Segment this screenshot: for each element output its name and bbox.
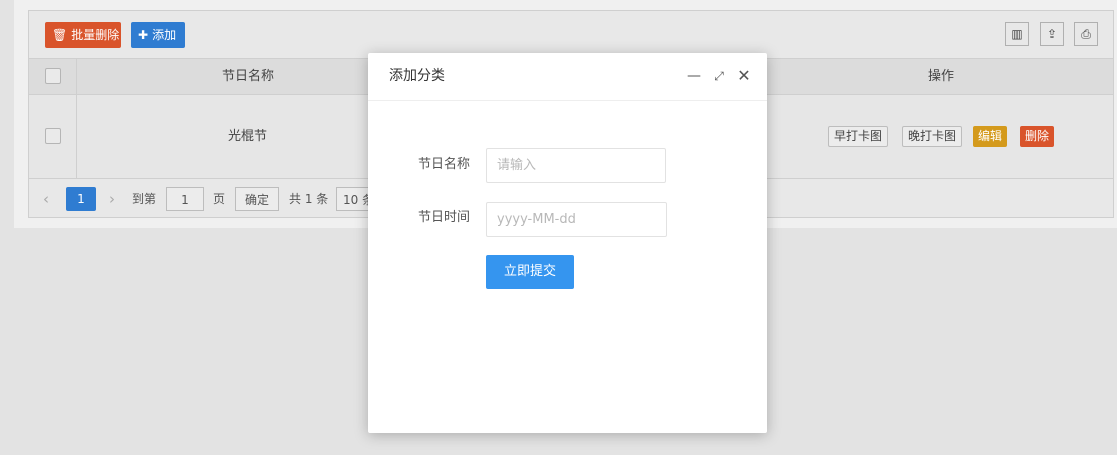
header-name: 节日名称 — [222, 69, 275, 84]
add-button[interactable]: ✚ 添加 — [131, 22, 185, 48]
date-label: 节日时间 — [418, 210, 471, 225]
prev-page-icon[interactable]: ‹ — [43, 187, 49, 211]
name-label: 节日名称 — [418, 157, 471, 172]
goto-page-input[interactable]: 1 — [166, 187, 204, 211]
goto-label: 到第 — [132, 192, 157, 206]
next-page-icon[interactable]: › — [109, 187, 115, 211]
cell-name: 光棍节 — [228, 129, 268, 144]
goto-confirm-button[interactable]: 确定 — [235, 187, 279, 211]
morning-image-button[interactable]: 早打卡图 — [828, 126, 889, 147]
row-checkbox[interactable] — [45, 128, 61, 144]
evening-image-button[interactable]: 晚打卡图 — [902, 126, 963, 147]
export-icon[interactable]: ⇪ — [1040, 22, 1064, 46]
submit-button[interactable]: 立即提交 — [486, 255, 574, 289]
table-toolbar: 🗑 批量删除 ✚ 添加 ▥ ⇪ ⎙ — [29, 11, 1113, 58]
header-actions: 操作 — [928, 69, 955, 84]
batch-delete-button[interactable]: 🗑 批量删除 — [45, 22, 121, 48]
column-divider — [76, 95, 77, 178]
current-page[interactable]: 1 — [66, 187, 96, 211]
maximize-icon[interactable]: ⤢ — [710, 67, 728, 85]
trash-icon: 🗑 — [52, 28, 68, 42]
page-unit-label: 页 — [213, 192, 226, 206]
select-all-checkbox[interactable] — [45, 68, 61, 84]
columns-filter-icon[interactable]: ▥ — [1005, 22, 1029, 46]
total-count: 共 1 条 — [289, 192, 329, 206]
dialog-header: 添加分类 — ⤢ ✕ — [368, 53, 767, 101]
dialog-title: 添加分类 — [389, 68, 445, 84]
edit-button[interactable]: 编辑 — [973, 126, 1008, 147]
minimize-icon[interactable]: — — [685, 67, 703, 85]
column-divider — [76, 59, 77, 94]
name-input[interactable] — [486, 148, 666, 183]
close-icon[interactable]: ✕ — [735, 67, 753, 85]
print-icon[interactable]: ⎙ — [1074, 22, 1098, 46]
add-category-dialog: 添加分类 — ⤢ ✕ 节日名称 节日时间 立即提交 — [368, 53, 767, 433]
delete-button[interactable]: 删除 — [1020, 126, 1055, 147]
batch-delete-label: 批量删除 — [71, 28, 120, 42]
add-label: 添加 — [152, 28, 177, 42]
date-input[interactable] — [486, 202, 667, 237]
plus-icon: ✚ — [138, 28, 149, 42]
